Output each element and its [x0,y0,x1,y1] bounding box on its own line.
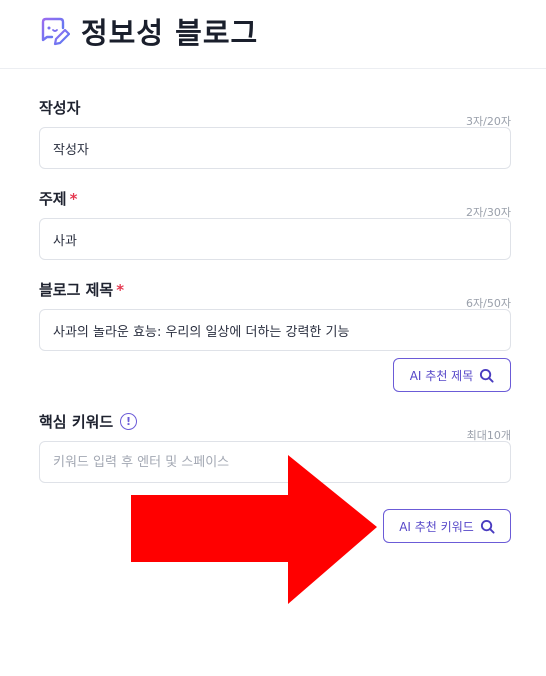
blog-title-label-text: 블로그 제목 [39,281,114,299]
blog-title-input[interactable] [39,309,511,351]
topic-input[interactable] [39,218,511,260]
keywords-label: 핵심 키워드 [39,411,113,432]
author-label: 작성자 [39,97,80,118]
topic-label-text: 주제 [39,190,67,208]
required-mark: * [69,190,78,208]
ai-recommend-title-button[interactable]: AI 추천 제목 [393,358,511,392]
search-icon [480,519,495,534]
info-icon[interactable]: ! [120,413,137,430]
required-mark: * [116,281,125,299]
page-title: 정보성 블로그 [81,16,259,50]
topic-label: 주제 * [39,188,77,209]
keywords-label-text: 핵심 키워드 [39,413,114,431]
app-header: 정보성 블로그 [0,0,546,69]
edit-chat-icon [41,17,70,46]
search-icon [480,368,494,383]
blog-title-label: 블로그 제목 * [39,279,124,300]
author-label-text: 작성자 [39,99,81,117]
ai-recommend-keyword-label: AI 추천 키워드 [399,519,474,534]
author-input[interactable] [39,127,511,169]
ai-recommend-keyword-button[interactable]: AI 추천 키워드 [383,509,511,543]
ai-recommend-title-label: AI 추천 제목 [409,368,474,383]
keyword-input[interactable] [39,441,511,483]
